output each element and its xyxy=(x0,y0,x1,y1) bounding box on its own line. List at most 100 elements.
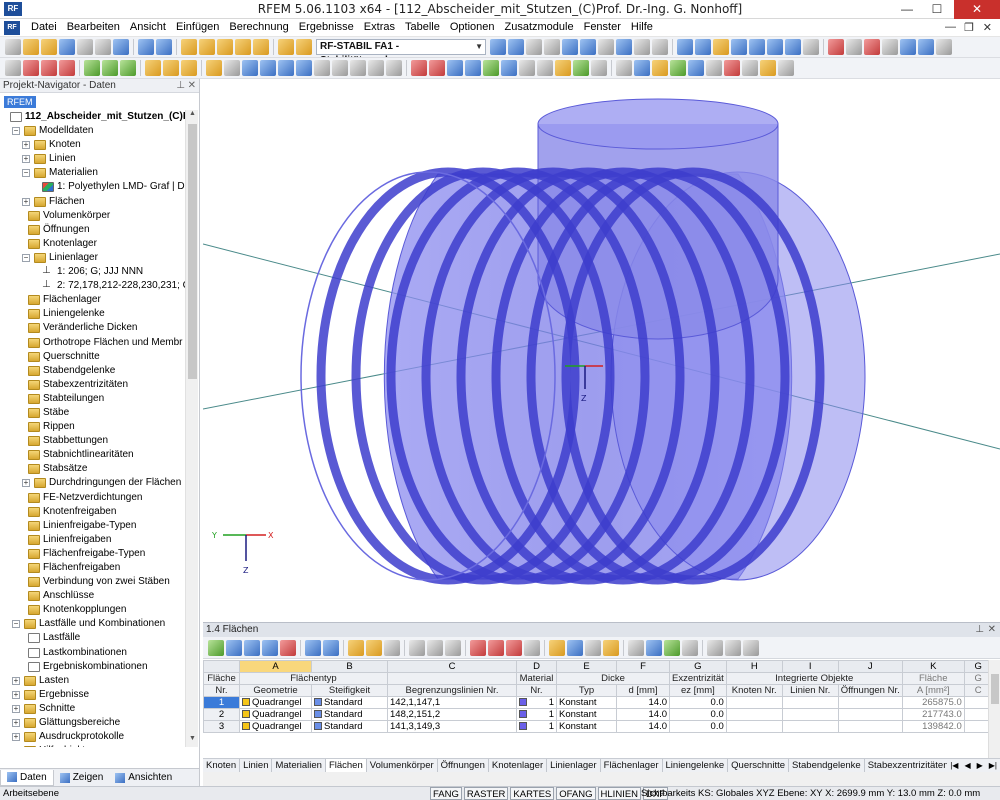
report-icon[interactable] xyxy=(113,39,129,55)
table-cut-icon[interactable] xyxy=(470,639,486,656)
menu-item[interactable]: Hilfe xyxy=(626,21,658,33)
table-delete-icon[interactable] xyxy=(280,639,296,656)
column-letter[interactable]: K xyxy=(901,660,965,673)
close-icon[interactable]: ✕ xyxy=(988,623,996,637)
table-cell[interactable]: Quadrangel xyxy=(239,720,312,733)
tree-item[interactable]: Anschlüsse xyxy=(0,589,185,603)
tree-item[interactable]: − Linienlager xyxy=(0,251,185,265)
expand-icon[interactable]: + xyxy=(12,704,20,713)
tree-item[interactable]: 112_Abscheider_mit_Stutzen_(C)Prof. xyxy=(0,110,185,124)
sheet-tab[interactable]: Flächenlager xyxy=(601,759,663,772)
table-cell[interactable]: Konstant xyxy=(556,720,617,733)
print-report-icon[interactable] xyxy=(95,39,111,55)
document-icon[interactable]: RF xyxy=(4,21,20,35)
table-cell[interactable]: 141,3,149,3 xyxy=(387,720,517,733)
scroll-down-icon[interactable]: ▼ xyxy=(186,735,199,747)
tree-item[interactable]: Ergebniskombinationen xyxy=(0,660,185,674)
close-icon[interactable]: ✕ xyxy=(188,79,196,93)
table-cell[interactable] xyxy=(781,696,839,709)
status-toggle-button[interactable]: KARTES xyxy=(510,787,555,800)
zoom-all-icon[interactable] xyxy=(749,39,765,55)
expand-icon[interactable]: + xyxy=(12,690,20,699)
parabola-icon[interactable] xyxy=(760,60,776,76)
table-cell[interactable] xyxy=(837,720,903,733)
tree-item[interactable]: Linienfreigaben xyxy=(0,533,185,547)
tree-item[interactable]: Stabbettungen xyxy=(0,434,185,448)
isolines-icon[interactable] xyxy=(580,39,596,55)
connect-icon[interactable] xyxy=(429,60,445,76)
line-load-icon[interactable] xyxy=(163,60,179,76)
guide-line-icon[interactable] xyxy=(242,60,258,76)
member-icon[interactable] xyxy=(41,60,57,76)
table-prev-icon[interactable] xyxy=(305,639,321,656)
previous-icon[interactable] xyxy=(490,39,506,55)
column-letter[interactable]: C xyxy=(387,660,517,673)
sheet-tab[interactable]: Knotenlager xyxy=(489,759,548,772)
table-formula-icon[interactable] xyxy=(707,639,723,656)
tree-item[interactable]: − Modelldaten xyxy=(0,124,185,138)
zoom-window-icon[interactable] xyxy=(731,39,747,55)
tree-item[interactable]: Öffnungen xyxy=(0,223,185,237)
select-icon[interactable] xyxy=(713,39,729,55)
column-letter[interactable]: B xyxy=(311,660,388,673)
status-toggle-button[interactable]: HLINIEN xyxy=(597,787,642,800)
table-export-icon[interactable] xyxy=(208,639,224,656)
table-graph-icon[interactable] xyxy=(585,639,601,656)
calc-all-icon[interactable] xyxy=(235,39,251,55)
tree-item[interactable]: Flächenfreigabe-Typen xyxy=(0,547,185,561)
lighting-icon[interactable] xyxy=(918,39,934,55)
results-diagram-icon[interactable] xyxy=(562,39,578,55)
extrude-icon[interactable] xyxy=(447,60,463,76)
table-hscrollbar[interactable] xyxy=(203,772,1000,786)
tree-item[interactable]: + Linien xyxy=(0,152,185,166)
menu-item[interactable]: Ergebnisse xyxy=(294,21,359,33)
table-cell[interactable] xyxy=(725,720,783,733)
tree-item[interactable]: Veränderliche Dicken xyxy=(0,321,185,335)
collapse-icon[interactable]: − xyxy=(12,127,20,136)
mdi-minimize-button[interactable]: — xyxy=(945,21,956,33)
spline-icon[interactable] xyxy=(670,60,686,76)
pin-icon[interactable]: ⊥ xyxy=(176,79,185,93)
table-cell[interactable]: 217743.0 xyxy=(901,708,965,721)
dxf-icon[interactable] xyxy=(260,60,276,76)
comment-icon[interactable] xyxy=(224,60,240,76)
copy-icon[interactable] xyxy=(314,60,330,76)
table-sync-icon[interactable] xyxy=(366,639,382,656)
show-values-icon[interactable] xyxy=(526,39,542,55)
tree-item[interactable]: + Ergebnisse xyxy=(0,688,185,702)
load-case-select[interactable]: RF-STABIL FA1 - Stabilitätsanalyse▼ xyxy=(316,39,486,57)
tree-item[interactable]: ⊥ 2: 72,178,212-228,230,231; G; xyxy=(0,279,185,293)
tree-item[interactable]: Flächenlager xyxy=(0,293,185,307)
function-icon[interactable] xyxy=(725,639,741,656)
collapse-icon[interactable]: − xyxy=(12,620,20,629)
scale-icon[interactable] xyxy=(386,60,402,76)
expand-icon[interactable]: + xyxy=(12,676,20,685)
table-cell[interactable] xyxy=(781,708,839,721)
navigator-tab[interactable]: Daten xyxy=(0,769,54,786)
navigator-scrollbar[interactable]: ▲ ▼ xyxy=(185,110,198,747)
split-icon[interactable] xyxy=(537,60,553,76)
tree-item[interactable]: 1: Polyethylen LMD- Graf | D xyxy=(0,180,185,194)
status-toggle-button[interactable]: OFANG xyxy=(556,787,596,800)
tree-item[interactable]: Knotenlager xyxy=(0,237,185,251)
tree-item[interactable]: + Knoten xyxy=(0,138,185,152)
ellipse-icon[interactable] xyxy=(706,60,722,76)
function-clear-icon[interactable] xyxy=(743,639,759,656)
mirror-icon[interactable] xyxy=(368,60,384,76)
scroll-up-icon[interactable]: ▲ xyxy=(186,110,199,122)
section-view-icon[interactable] xyxy=(828,39,844,55)
table-color-icon[interactable] xyxy=(549,639,565,656)
menu-item[interactable]: Tabelle xyxy=(400,21,445,33)
tree-item[interactable]: ⊥ 1: 206; G; JJJ NNN xyxy=(0,265,185,279)
table-filter-icon[interactable] xyxy=(244,639,260,656)
surfaces-table[interactable]: A B C D E F G H I J K G Fläche Flächenty… xyxy=(203,660,1000,758)
collapse-icon[interactable]: − xyxy=(22,169,30,178)
line-type-icon[interactable] xyxy=(616,60,632,76)
next-icon[interactable] xyxy=(508,39,524,55)
next-sheet-icon[interactable]: ▶ xyxy=(974,759,986,772)
tree-item[interactable]: − Materialien xyxy=(0,166,185,180)
menu-item[interactable]: Datei xyxy=(26,21,62,33)
table-cell[interactable]: Konstant xyxy=(556,708,617,721)
table-refresh-icon[interactable] xyxy=(384,639,400,656)
circle-icon[interactable] xyxy=(688,60,704,76)
